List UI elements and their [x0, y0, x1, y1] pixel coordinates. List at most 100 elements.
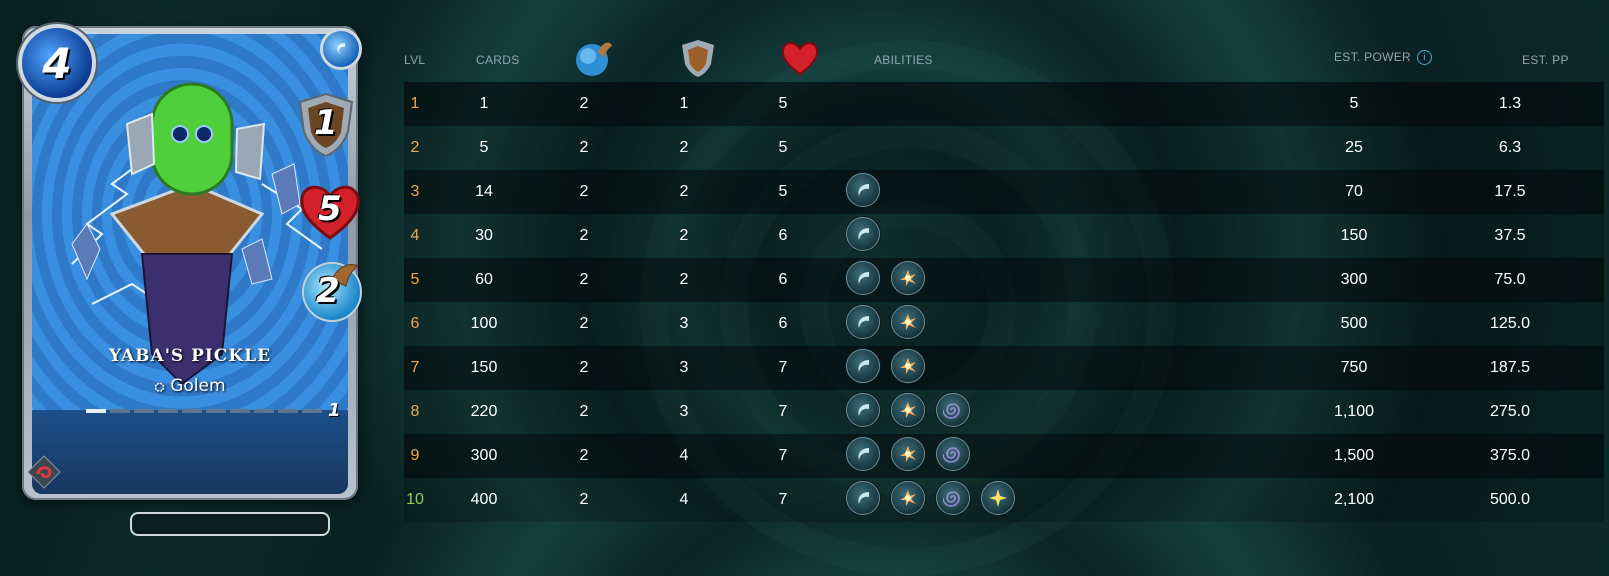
- row-cards: 60: [475, 271, 493, 288]
- row-speed: 2: [579, 183, 589, 200]
- row-armor: 2: [679, 227, 689, 244]
- level-stats-table: LVL CARDS ABILITIES EST. POWERi EST. PP: [404, 40, 1604, 522]
- burst-ability-icon[interactable]: [891, 305, 925, 340]
- spiral-ability-icon[interactable]: [936, 437, 970, 472]
- speed-icon: [574, 38, 614, 81]
- row-abilities: [846, 390, 1246, 434]
- wave-ability-icon[interactable]: [846, 393, 880, 428]
- table-row: 2 5 2 2 5 25 6.3: [404, 126, 1604, 170]
- burst-ability-icon[interactable]: [891, 261, 925, 296]
- row-est-power: 2,100: [1333, 491, 1375, 508]
- row-armor: 2: [679, 139, 689, 156]
- row-armor: 3: [679, 359, 689, 376]
- burst-ability-icon[interactable]: [891, 437, 925, 472]
- row-level: 8: [410, 403, 420, 420]
- card-level: 1: [328, 400, 341, 421]
- row-est-power: 300: [1340, 271, 1368, 288]
- table-row: 6 100 2 3 6 500 125.0: [404, 302, 1604, 346]
- row-cards: 300: [470, 447, 498, 464]
- row-est-power: 5: [1349, 95, 1359, 112]
- wave-ability-icon[interactable]: [846, 349, 880, 384]
- row-est-pp: 37.5: [1494, 227, 1526, 244]
- row-abilities: [846, 434, 1246, 478]
- water-element-icon: [320, 28, 362, 70]
- row-health: 5: [778, 183, 788, 200]
- mana-value: 4: [42, 38, 72, 88]
- row-level: 2: [410, 139, 420, 156]
- row-abilities: [846, 258, 1246, 302]
- row-est-pp: 500.0: [1489, 491, 1531, 508]
- row-speed: 2: [579, 359, 589, 376]
- monster-card[interactable]: 4 1 5 2 YABA'S PICKLE ⛭ Golem 1: [18, 24, 362, 500]
- row-cards: 1: [479, 95, 489, 112]
- row-level: 4: [410, 227, 420, 244]
- table-row: 3 14 2 2 5 70 17.5: [404, 170, 1604, 214]
- row-abilities: [846, 346, 1246, 390]
- row-speed: 2: [579, 447, 589, 464]
- burst-ability-icon[interactable]: [891, 481, 925, 516]
- row-cards: 30: [475, 227, 493, 244]
- wave-ability-icon[interactable]: [846, 261, 880, 296]
- row-abilities: [846, 214, 1246, 258]
- table-row: 1 1 2 1 5 5 1.3: [404, 82, 1604, 126]
- table-row: 8 220 2 3 7 1,100 275.0: [404, 390, 1604, 434]
- row-est-power: 25: [1345, 139, 1363, 156]
- row-cards: 14: [475, 183, 493, 200]
- row-est-pp: 75.0: [1494, 271, 1526, 288]
- row-speed: 2: [579, 95, 589, 112]
- row-est-pp: 17.5: [1494, 183, 1526, 200]
- wave-ability-icon[interactable]: [846, 305, 880, 340]
- row-est-pp: 275.0: [1489, 403, 1531, 420]
- row-abilities: [846, 126, 1246, 170]
- row-armor: 4: [679, 491, 689, 508]
- row-est-power: 1,100: [1333, 403, 1375, 420]
- table-row: 7 150 2 3 7 750 187.5: [404, 346, 1604, 390]
- header-cards: CARDS: [476, 53, 520, 67]
- card-bottom-panel: [32, 410, 348, 494]
- wave-ability-icon[interactable]: [846, 437, 880, 472]
- header-est-pp: EST. PP: [1522, 53, 1569, 67]
- row-level: 10: [406, 491, 424, 508]
- wave-ability-icon[interactable]: [846, 481, 880, 516]
- burst-ability-icon[interactable]: [891, 349, 925, 384]
- row-level: 5: [410, 271, 420, 288]
- row-armor: 4: [679, 447, 689, 464]
- row-est-power: 1,500: [1333, 447, 1375, 464]
- spiral-ability-icon[interactable]: [936, 481, 970, 516]
- health-icon: [780, 40, 820, 79]
- table-row: 10 400 2 4 7 2,100 500.0: [404, 478, 1604, 522]
- row-armor: 3: [679, 315, 689, 332]
- wave-ability-icon[interactable]: [846, 217, 880, 252]
- armor-value: 1: [314, 103, 338, 143]
- row-health: 6: [778, 315, 788, 332]
- row-health: 7: [778, 359, 788, 376]
- armor-icon: [680, 38, 716, 81]
- health-stat: 5: [298, 182, 362, 242]
- row-health: 7: [778, 403, 788, 420]
- edition-icon: [26, 454, 62, 490]
- golem-type-icon: ⛭: [154, 380, 165, 395]
- row-cards: 400: [470, 491, 498, 508]
- sparkle-ability-icon[interactable]: [981, 481, 1015, 516]
- header-lvl: LVL: [404, 53, 426, 67]
- row-est-power: 750: [1340, 359, 1368, 376]
- card-action-bar[interactable]: [130, 512, 330, 536]
- row-est-pp: 375.0: [1489, 447, 1531, 464]
- table-header: LVL CARDS ABILITIES EST. POWER i EST. PP: [404, 40, 1604, 82]
- row-cards: 5: [479, 139, 489, 156]
- burst-ability-icon[interactable]: [891, 393, 925, 428]
- wave-ability-icon[interactable]: [846, 173, 880, 208]
- row-cards: 220: [470, 403, 498, 420]
- row-level: 3: [410, 183, 420, 200]
- row-level: 1: [410, 95, 420, 112]
- row-abilities: [846, 302, 1246, 346]
- row-speed: 2: [579, 491, 589, 508]
- level-progress-bar: [86, 409, 322, 413]
- row-health: 5: [778, 95, 788, 112]
- header-est-power: EST. POWER i: [1334, 50, 1433, 66]
- card-type: ⛭ Golem: [154, 376, 226, 396]
- spiral-ability-icon[interactable]: [936, 393, 970, 428]
- row-est-power: 150: [1340, 227, 1368, 244]
- row-armor: 2: [679, 183, 689, 200]
- info-icon[interactable]: i: [1417, 50, 1433, 66]
